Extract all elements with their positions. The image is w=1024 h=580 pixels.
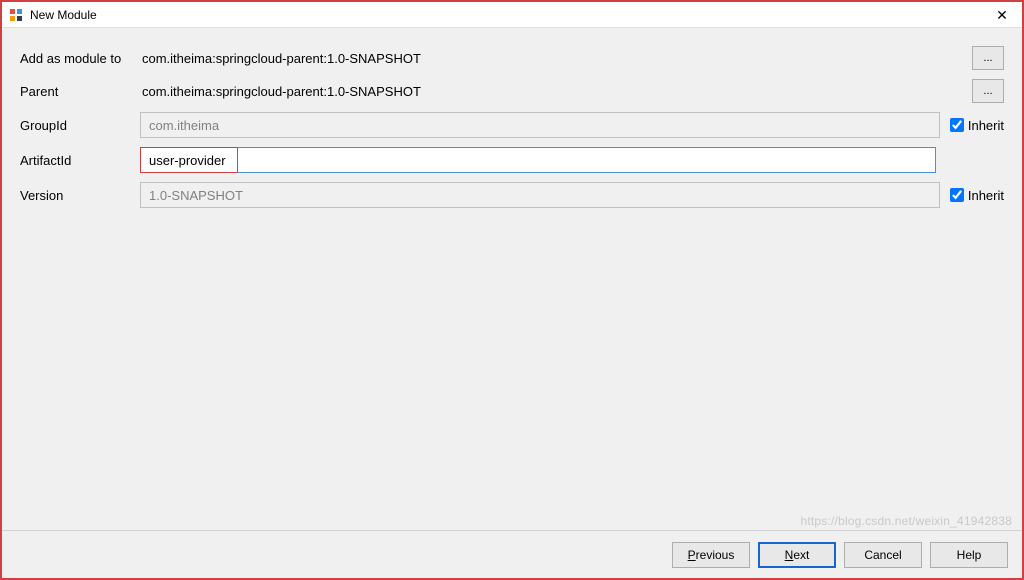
app-icon <box>8 7 24 23</box>
parent-row: Parent com.itheima:springcloud-parent:1.… <box>20 79 1004 103</box>
close-button[interactable]: ✕ <box>982 2 1022 28</box>
close-icon: ✕ <box>996 7 1008 24</box>
parent-label: Parent <box>20 84 140 99</box>
next-button[interactable]: Next <box>758 542 836 568</box>
parent-value: com.itheima:springcloud-parent:1.0-SNAPS… <box>140 84 964 99</box>
add-as-module-label: Add as module to <box>20 51 140 66</box>
content-area: Add as module to com.itheima:springcloud… <box>2 28 1022 530</box>
titlebar: New Module ✕ <box>2 2 1022 28</box>
groupid-input[interactable] <box>140 112 940 138</box>
previous-button[interactable]: Previous <box>672 542 750 568</box>
groupid-inherit-label: Inherit <box>968 118 1004 133</box>
artifactid-label: ArtifactId <box>20 153 140 168</box>
version-label: Version <box>20 188 140 203</box>
groupid-label: GroupId <box>20 118 140 133</box>
version-input[interactable] <box>140 182 940 208</box>
add-as-module-row: Add as module to com.itheima:springcloud… <box>20 46 1004 70</box>
parent-browse-button[interactable]: ... <box>972 79 1004 103</box>
cancel-button[interactable]: Cancel <box>844 542 922 568</box>
groupid-inherit-check[interactable] <box>950 118 964 132</box>
groupid-inherit-checkbox[interactable]: Inherit <box>950 118 1004 133</box>
version-inherit-checkbox[interactable]: Inherit <box>950 188 1004 203</box>
add-as-module-browse-button[interactable]: ... <box>972 46 1004 70</box>
help-button[interactable]: Help <box>930 542 1008 568</box>
groupid-row: GroupId Inherit <box>20 112 1004 138</box>
version-inherit-label: Inherit <box>968 188 1004 203</box>
add-as-module-value: com.itheima:springcloud-parent:1.0-SNAPS… <box>140 51 964 66</box>
artifactid-row: ArtifactId <box>20 147 1004 173</box>
window-title: New Module <box>30 8 97 22</box>
ellipsis-icon: ... <box>983 52 992 64</box>
artifactid-input[interactable] <box>140 147 936 173</box>
footer: Previous Next Cancel Help <box>2 530 1022 578</box>
version-inherit-check[interactable] <box>950 188 964 202</box>
artifactid-input-wrap <box>140 147 936 173</box>
ellipsis-icon: ... <box>983 85 992 97</box>
version-row: Version Inherit <box>20 182 1004 208</box>
new-module-dialog: New Module ✕ Add as module to com.itheim… <box>0 0 1024 580</box>
